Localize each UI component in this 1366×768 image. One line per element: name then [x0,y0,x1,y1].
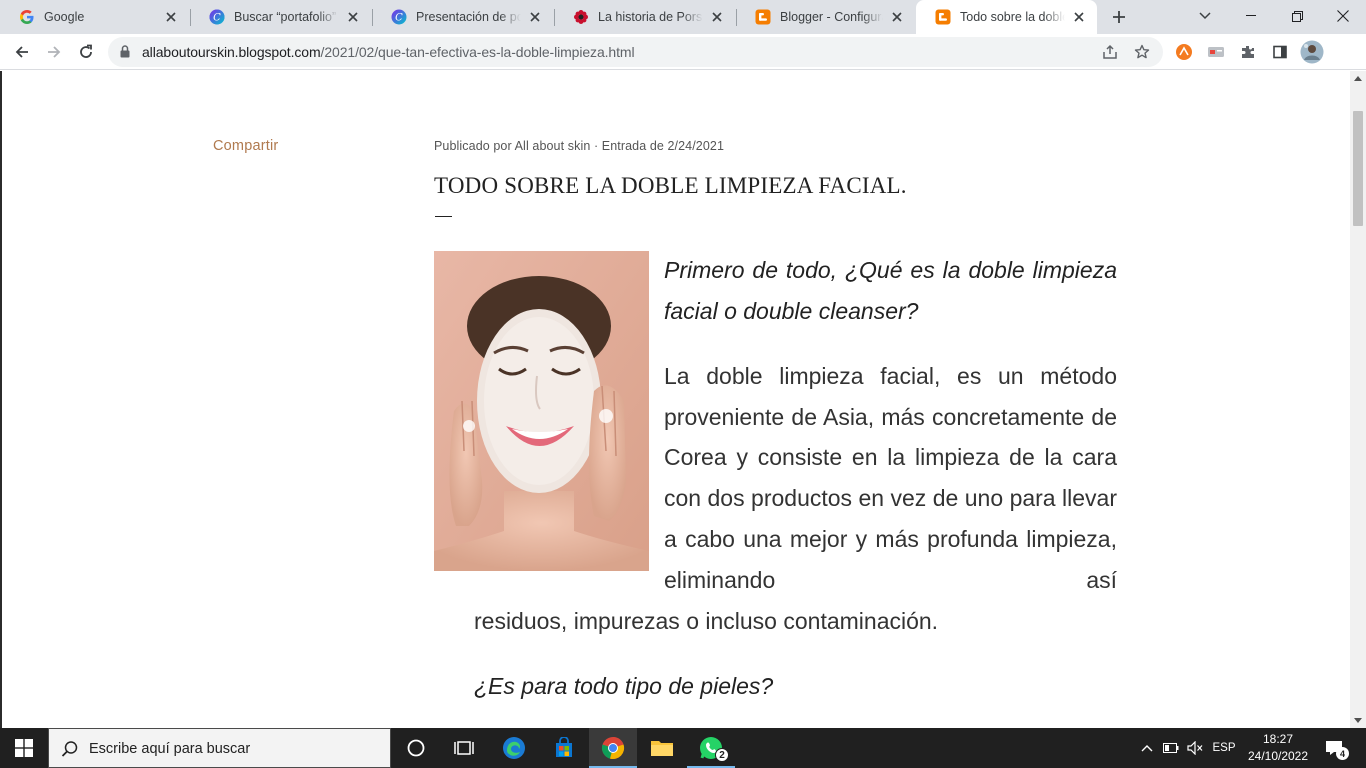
url-path: /2021/02/que-tan-efectiva-es-la-doble-li… [320,44,635,60]
svg-text:C: C [395,13,403,24]
address-bar[interactable]: allaboutourskin.blogspot.com/2021/02/que… [108,37,1163,67]
title-divider [435,216,452,217]
scroll-thumb[interactable] [1353,111,1363,226]
file-explorer-icon[interactable] [638,728,686,768]
forward-button[interactable] [40,38,68,66]
paragraph-double-cleansing: La doble limpieza facial, es un método p… [664,363,1117,593]
tab-search-button[interactable] [1182,0,1228,32]
tab-title: La historia de Porsche [598,10,703,24]
browser-toolbar: allaboutourskin.blogspot.com/2021/02/que… [0,34,1366,70]
url-text[interactable]: allaboutourskin.blogspot.com/2021/02/que… [142,44,635,60]
close-tab-icon[interactable] [345,9,361,25]
tab-title: Google [44,10,85,24]
taskbar-search[interactable] [48,728,391,768]
tab-canva-presentation[interactable]: C Presentación de portafolio [372,0,553,34]
post-byline: Publicado por All about skin · Entrada d… [434,139,725,153]
close-tab-icon[interactable] [527,9,543,25]
scroll-down-arrow[interactable] [1354,718,1362,723]
side-panel-icon[interactable] [1266,38,1294,66]
close-tab-icon[interactable] [709,9,725,25]
blogger-icon [935,9,951,25]
bookmark-star-icon[interactable] [1134,44,1150,60]
tab-canva-search[interactable]: C Buscar “portafolio” - Canva [190,0,371,34]
close-tab-icon[interactable] [1071,9,1087,25]
share-link[interactable]: Compartir [213,138,278,154]
minimize-button[interactable] [1228,0,1274,32]
new-tab-button[interactable] [1108,6,1130,28]
porsche-flower-icon [573,9,589,25]
tab-title: Presentación de portafolio [416,10,521,24]
profile-avatar[interactable] [1298,38,1326,66]
input-language[interactable]: ESP [1208,728,1240,768]
extension-orange-icon[interactable] [1170,38,1198,66]
whatsapp-icon[interactable]: 2 [687,728,735,768]
question-what-is-double-cleansing: Primero de todo, ¿Qué es la doble limpie… [664,257,1117,324]
tab-title: Buscar “portafolio” - Canva [234,10,339,24]
microsoft-store-icon[interactable] [540,728,588,768]
cortana-button[interactable] [392,728,440,768]
clock-date: 24/10/2022 [1247,749,1309,763]
canva-icon: C [209,9,225,25]
search-icon [61,740,79,763]
share-page-icon[interactable] [1102,44,1118,60]
lock-icon[interactable] [120,45,130,63]
svg-text:C: C [213,13,221,24]
extension-card-icon[interactable] [1202,38,1230,66]
chrome-icon[interactable] [589,728,637,768]
notifications-count-badge: 4 [1336,747,1349,760]
clock-time: 18:27 [1262,732,1294,746]
post-image-woman-cleansing[interactable] [434,251,649,571]
reload-button[interactable] [72,38,100,66]
paragraph-double-cleansing-end: residuos, impurezas o incluso contaminac… [474,608,939,634]
edge-icon[interactable] [490,728,538,768]
start-button[interactable] [0,728,48,768]
post-title: TODO SOBRE LA DOBLE LIMPIEZA FACIAL. [434,173,907,198]
tab-active-post[interactable]: Todo sobre la doble limpieza facial [916,0,1097,34]
volume-muted-icon[interactable] [1184,728,1206,768]
extensions-puzzle-icon[interactable] [1234,38,1262,66]
tab-porsche[interactable]: La historia de Porsche [554,0,735,34]
task-view-button[interactable] [440,728,488,768]
windows-taskbar: 2 ESP 18:27 24/10/2022 4 [0,728,1366,768]
tab-blogger-config[interactable]: Blogger - Configuración [736,0,915,34]
close-tab-icon[interactable] [889,9,905,25]
tab-google[interactable]: Google [0,0,189,34]
whatsapp-unread-badge: 2 [715,748,729,762]
page-scrollbar[interactable] [1350,71,1366,728]
back-button[interactable] [8,38,36,66]
battery-icon[interactable] [1160,728,1182,768]
tab-title: Todo sobre la doble limpieza facial [960,10,1065,24]
taskbar-search-input[interactable] [89,738,379,760]
system-clock[interactable]: 18:27 24/10/2022 [1246,731,1310,765]
scroll-up-arrow[interactable] [1354,76,1362,81]
show-hidden-icons-chevron[interactable] [1136,728,1158,768]
canva-icon: C [391,9,407,25]
close-window-button[interactable] [1320,0,1366,32]
url-host: allaboutourskin.blogspot.com [142,44,321,60]
close-tab-icon[interactable] [163,9,179,25]
restore-button[interactable] [1274,0,1320,32]
page-viewport: Compartir Publicado por All about skin ·… [0,71,1350,728]
google-g-icon [19,9,35,25]
tab-title: Blogger - Configuración [780,10,883,24]
tab-strip: Google C Buscar “portafolio” - Canva C P… [0,0,1366,34]
question-all-skin-types: ¿Es para todo tipo de pieles? [474,673,774,699]
blogger-icon [755,9,771,25]
